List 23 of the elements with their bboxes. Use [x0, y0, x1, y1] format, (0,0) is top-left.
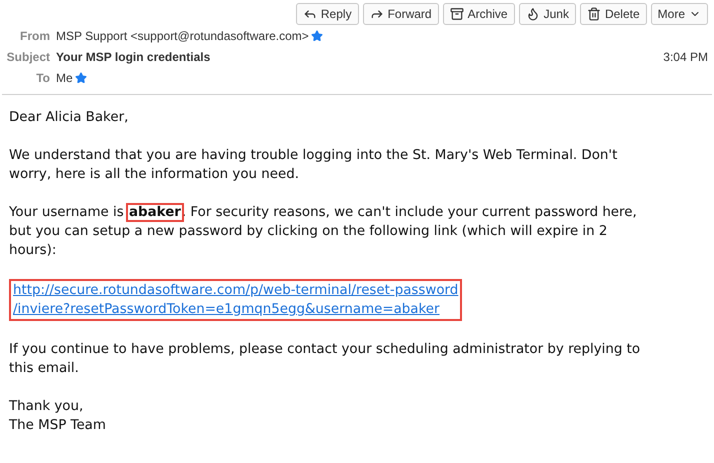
forward-button[interactable]: Forward [362, 3, 439, 25]
junk-button[interactable]: Junk [518, 3, 576, 25]
paragraph: Thank you, The MSP Team [9, 398, 107, 435]
paragraph: Dear Alicia Baker, [9, 109, 130, 127]
subject: Your MSP login credentials [56, 50, 210, 64]
paragraph: We understand that you are having trouble logging into the St. Mary's Web Terminal. Don't worry, here is all the information you need. [9, 147, 618, 184]
flame-icon [526, 7, 540, 21]
field-label: Subject [6, 50, 50, 64]
more-button[interactable]: More [650, 3, 708, 25]
field-label: To [35, 70, 50, 84]
delete-button[interactable]: Delete [580, 3, 647, 25]
archive-box-icon [450, 7, 464, 21]
star-icon[interactable] [310, 30, 323, 42]
reply-button[interactable]: Reply [296, 3, 359, 25]
reset-link[interactable]: http://secure.rotundasoftware.com/p/web-terminal/reset-password /inviere?resetPasswordToken=e1gmqn5egg&username=abaker [13, 281, 458, 319]
time: 3:04 PM [663, 50, 708, 64]
field-label: From [19, 28, 50, 42]
archive-button[interactable]: Archive [442, 3, 515, 25]
star-icon[interactable] [74, 72, 87, 84]
sender: MSP Support <support@rotundasoftware.com> [56, 28, 309, 42]
trash-icon [586, 7, 601, 21]
recipient: Me [56, 70, 73, 84]
paragraph: If you continue to have problems, please contact your scheduling administrator by replying to this email. [9, 341, 642, 378]
